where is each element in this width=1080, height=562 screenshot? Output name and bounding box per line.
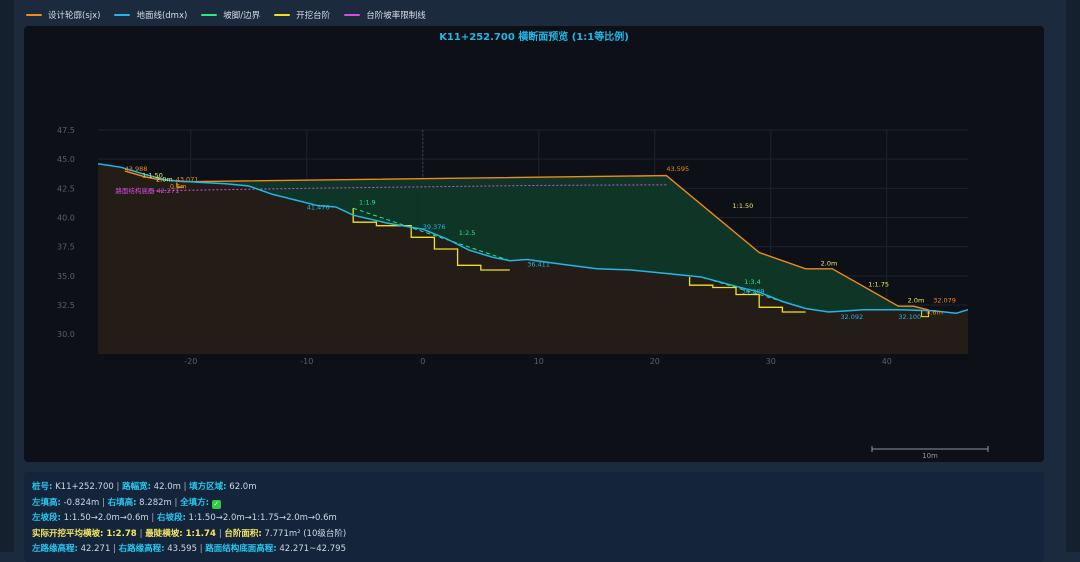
legend-swatch (201, 14, 218, 16)
annotation-label: 34.389 (742, 287, 765, 295)
right-slope-key: 右坡段: (156, 513, 186, 523)
annotation-label: 43.595 (666, 165, 689, 173)
info-line-station: 桩号: K11+252.700 | 路幅宽: 42.0m | 填方区域: 62.… (32, 482, 257, 492)
annotation-label: 路面结构底面 42.271 (115, 186, 179, 195)
bench-area-value: 7.771m² (10级台阶) (261, 528, 347, 539)
chart-title: K11+252.700 横断面预览 (1:1等比例) (439, 30, 629, 43)
legend-swatch (26, 14, 42, 16)
x-tick-label: -20 (184, 357, 197, 366)
x-tick-label: -10 (300, 357, 313, 366)
x-tick-label: 40 (882, 357, 892, 366)
left-curb-key: 左路缘高程: (32, 544, 78, 554)
cross-section-chart: K11+252.700 横断面预览 (1:1等比例) -20 -10 0 10 20 30 4… (57, 30, 989, 460)
legend-item-limit[interactable]: 台阶坡率限制线 (344, 9, 426, 21)
right-window-edge (1066, 0, 1080, 552)
avg-slope-value: 1:2.78 (103, 528, 140, 539)
legend-swatch (114, 14, 131, 16)
x-tick-label: 0 (420, 357, 425, 366)
left-slope-value: 1:1.50→2.0m→0.6m (60, 513, 152, 523)
legend-swatch (274, 14, 291, 16)
legend-item-design[interactable]: 设计轮廓(sjx) (26, 9, 100, 21)
right-slope-value: 1:1.50→2.0m→1:1.75→2.0m→0.6m (185, 513, 337, 523)
full-fill-key: 全填方: (180, 497, 209, 508)
y-tick-label: 40.0 (57, 214, 75, 223)
annotation-label: 2.0m (821, 259, 838, 267)
legend-item-ground[interactable]: 地面线(dmx) (114, 9, 187, 21)
info-line-slopes: 左坡段: 1:1.50→2.0m→0.6m | 右坡段: 1:1.50→2.0m… (32, 513, 337, 523)
info-line-fill-height: 左填高: -0.824m | 右填高: 8.282m | 全填方: ✓ (32, 497, 221, 509)
bench-area-key: 台阶面积: (224, 528, 262, 539)
left-curb-value: 42.271 (77, 544, 114, 554)
right-fill-key: 右填高: (107, 497, 137, 508)
x-tick-label: 10 (534, 357, 544, 366)
y-tick-label: 30.0 (57, 330, 75, 339)
legend-label: 开挖台阶 (296, 11, 331, 21)
info-line-excavation: 实际开挖平均横坡: 1:2.78 | 最陡横坡: 1:1.74 | 台阶面积: … (32, 528, 347, 539)
legend-item-toe[interactable]: 坡脚/边界 (201, 9, 260, 21)
annotation-label: 2.0m (908, 297, 925, 305)
scale-bar-label: 10m (922, 452, 938, 460)
cross-section-plot: K11+252.700 横断面预览 (1:1等比例) -20 -10 0 10 20 30 4… (24, 26, 1044, 462)
left-window-edge (0, 0, 14, 552)
annotation-label: 41.476 (307, 203, 330, 211)
fill-area-key: 填方区域: (189, 482, 227, 492)
left-fill-key: 左填高: (32, 497, 61, 508)
left-fill-value: -0.824m (60, 497, 102, 508)
annotation-label: 32.079 (933, 297, 956, 305)
y-tick-label: 35.0 (57, 272, 75, 281)
annotation-label: 39.376 (423, 223, 446, 231)
annotation-label: 1:1.75 (868, 280, 889, 288)
legend-label: 地面线(dmx) (136, 11, 188, 21)
right-curb-value: 43.595 (164, 544, 200, 554)
annotation-label: 0.6m (926, 308, 943, 316)
annotation-label: 36.411 (527, 261, 550, 269)
check-icon: ✓ (211, 499, 221, 509)
station-key: 桩号: (32, 482, 53, 492)
annotation-label: 1:1.50 (733, 202, 754, 210)
legend-label: 设计轮廓(sjx) (48, 11, 101, 21)
info-panel: 桩号: K11+252.700 | 路幅宽: 42.0m | 填方区域: 62.… (24, 472, 1044, 562)
steepest-slope-value: 1:1.74 (182, 528, 219, 539)
right-fill-value: 8.282m (136, 497, 175, 508)
info-line-elevation: 左路缘高程: 42.271 | 右路缘高程: 43.595 | 路面结构底面高程… (32, 544, 346, 554)
legend-label: 坡脚/边界 (223, 11, 261, 21)
legend-swatch (344, 14, 361, 16)
fill-area-value: 62.0m (226, 482, 257, 492)
y-tick-label: 37.5 (57, 243, 75, 252)
avg-slope-key: 实际开挖平均横坡: (32, 528, 104, 539)
annotation-label: 1:1.9 (359, 199, 376, 207)
annotation-label: 1:3.4 (744, 278, 761, 286)
left-slope-key: 左坡段: (32, 513, 61, 523)
pavement-base-value: 42.271~42.795 (276, 544, 346, 554)
y-tick-label: 32.5 (57, 301, 75, 310)
annotation-label: 32.100 (898, 313, 921, 321)
y-tick-label: 42.5 (57, 184, 75, 193)
steepest-slope-key: 最陡横坡: (145, 528, 183, 539)
chart-legend: 设计轮廓(sjx) 地面线(dmx) 坡脚/边界 开挖台阶 台阶坡率限制线 (26, 6, 426, 24)
x-tick-label: 20 (650, 357, 660, 366)
legend-item-bench[interactable]: 开挖台阶 (274, 9, 330, 21)
annotation-label: 32.092 (840, 313, 863, 321)
annotation-label: 1:2.5 (459, 229, 476, 237)
road-width-value: 42.0m (150, 482, 184, 492)
station-value: K11+252.700 (52, 482, 117, 492)
legend-label: 台阶坡率限制线 (366, 11, 426, 21)
right-curb-key: 右路缘高程: (118, 544, 165, 554)
road-width-key: 路幅宽: (122, 482, 151, 492)
y-tick-label: 45.0 (57, 155, 75, 164)
x-tick-label: 30 (766, 357, 776, 366)
pavement-base-key: 路面结构底面高程: (205, 544, 277, 554)
y-tick-label: 47.5 (57, 126, 75, 135)
